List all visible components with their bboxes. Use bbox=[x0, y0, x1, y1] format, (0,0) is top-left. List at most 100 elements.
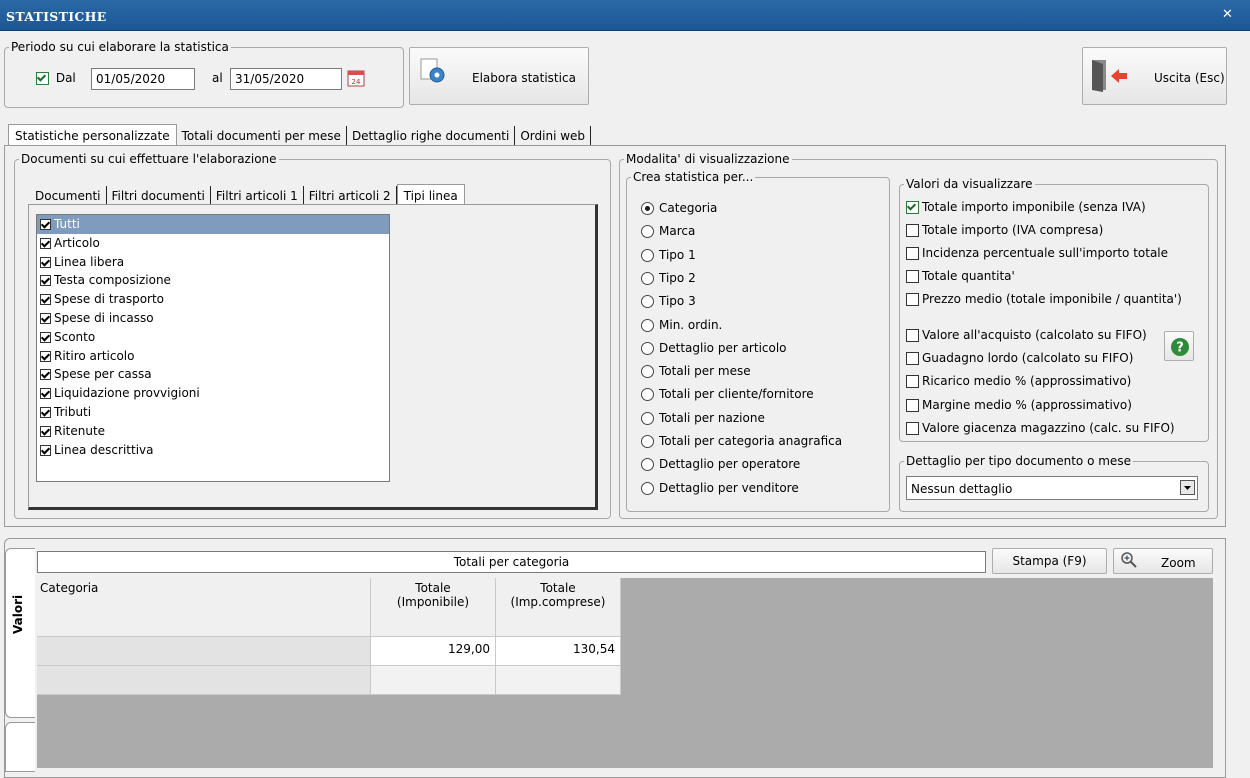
line-type-item[interactable]: Spese per cassa bbox=[37, 365, 389, 384]
line-type-item[interactable]: Tributi bbox=[37, 403, 389, 422]
line-type-item[interactable]: Ritenute bbox=[37, 422, 389, 441]
radio-circle[interactable] bbox=[641, 225, 654, 239]
line-type-checkbox[interactable] bbox=[40, 350, 51, 362]
zoom-button[interactable]: Zoom bbox=[1113, 548, 1213, 574]
tab-filtri-documenti[interactable]: Filtri documenti bbox=[107, 186, 211, 206]
line-type-checkbox[interactable] bbox=[40, 331, 51, 343]
date-to-input[interactable]: 31/05/2020 bbox=[230, 68, 342, 90]
line-type-checkbox[interactable] bbox=[40, 256, 51, 268]
value-checkbox[interactable] bbox=[906, 270, 919, 283]
line-type-item[interactable]: Linea descrittiva bbox=[37, 441, 389, 460]
line-type-checkbox[interactable] bbox=[40, 219, 51, 230]
table-cell-comprese[interactable] bbox=[496, 666, 621, 695]
line-type-item[interactable]: Sconto bbox=[37, 328, 389, 347]
radio-circle[interactable] bbox=[641, 341, 654, 355]
radio-option[interactable]: Dettaglio per articolo bbox=[641, 341, 787, 355]
line-types-list[interactable]: Tutti Articolo Linea libera Testa composizi… bbox=[36, 214, 390, 482]
value-checkbox[interactable] bbox=[906, 375, 919, 389]
dal-check-icon[interactable] bbox=[36, 72, 49, 85]
column-header-comprese[interactable]: Totale (Imp.comprese) bbox=[496, 578, 621, 637]
line-type-checkbox[interactable] bbox=[40, 237, 51, 249]
radio-option[interactable]: Totali per nazione bbox=[641, 411, 765, 425]
radio-circle[interactable] bbox=[641, 318, 654, 332]
value-checkbox[interactable] bbox=[906, 398, 919, 412]
radio-circle[interactable] bbox=[641, 411, 654, 425]
radio-circle[interactable] bbox=[641, 295, 654, 309]
date-from-input[interactable]: 01/05/2020 bbox=[91, 68, 195, 90]
line-type-checkbox[interactable] bbox=[40, 425, 51, 437]
value-checkbox[interactable] bbox=[906, 293, 919, 306]
exit-button[interactable]: Uscita (Esc) bbox=[1082, 47, 1227, 105]
table-cell-imponibile[interactable] bbox=[371, 666, 496, 695]
help-button[interactable]: ? bbox=[1164, 331, 1194, 361]
value-option[interactable]: Prezzo medio (totale imponibile / quanti… bbox=[906, 292, 1182, 306]
results-grid[interactable]: Categoria Totale (Imponibile) Totale (Im… bbox=[37, 578, 1213, 768]
value-option[interactable]: Guadagno lordo (calcolato su FIFO) bbox=[906, 351, 1133, 366]
tab-documenti[interactable]: Documenti bbox=[30, 186, 107, 206]
value-option[interactable]: Incidenza percentuale sull'importo total… bbox=[906, 246, 1168, 260]
radio-option[interactable]: Marca bbox=[641, 224, 695, 239]
line-type-item[interactable]: Articolo bbox=[37, 234, 389, 253]
tab-statistiche-personalizzate[interactable]: Statistiche personalizzate bbox=[8, 124, 177, 147]
tab-filtri-articoli-2[interactable]: Filtri articoli 2 bbox=[304, 186, 397, 206]
line-type-checkbox[interactable] bbox=[40, 388, 51, 400]
radio-circle[interactable] bbox=[641, 202, 654, 215]
side-tab-valori[interactable]: Valori bbox=[5, 548, 35, 718]
value-checkbox[interactable] bbox=[906, 201, 919, 214]
value-checkbox[interactable] bbox=[906, 352, 919, 366]
column-header-categoria[interactable]: Categoria bbox=[37, 578, 371, 637]
table-cell-comprese[interactable]: 130,54 bbox=[496, 637, 621, 666]
line-type-item[interactable]: Spese di incasso bbox=[37, 309, 389, 328]
tab-dettaglio-righe[interactable]: Dettaglio righe documenti bbox=[347, 126, 516, 146]
line-type-checkbox[interactable] bbox=[40, 294, 51, 306]
value-checkbox[interactable] bbox=[906, 421, 919, 435]
line-type-checkbox[interactable] bbox=[40, 312, 51, 324]
radio-option[interactable]: Tipo 3 bbox=[641, 294, 696, 309]
radio-option[interactable]: Tipo 1 bbox=[641, 248, 696, 262]
detail-select[interactable]: Nessun dettaglio bbox=[906, 476, 1198, 500]
radio-option[interactable]: Totali per mese bbox=[641, 364, 751, 379]
radio-option[interactable]: Dettaglio per venditore bbox=[641, 481, 799, 495]
calendar-icon[interactable]: 24 bbox=[347, 69, 365, 87]
chevron-down-icon[interactable] bbox=[1180, 480, 1195, 495]
table-cell-categoria[interactable] bbox=[37, 666, 371, 695]
value-option[interactable]: Ricarico medio % (approssimativo) bbox=[906, 374, 1131, 389]
table-cell-categoria[interactable] bbox=[37, 637, 371, 666]
table-cell-imponibile[interactable]: 129,00 bbox=[371, 637, 496, 666]
tab-ordini-web[interactable]: Ordini web bbox=[515, 126, 592, 146]
value-checkbox[interactable] bbox=[906, 247, 919, 260]
line-type-checkbox[interactable] bbox=[40, 275, 51, 287]
radio-option[interactable]: Tipo 2 bbox=[641, 271, 696, 285]
value-option[interactable]: Margine medio % (approssimativo) bbox=[906, 398, 1132, 412]
value-option[interactable]: Totale quantita' bbox=[906, 269, 1015, 283]
radio-option[interactable]: Categoria bbox=[641, 201, 717, 215]
radio-option[interactable]: Totali per cliente/fornitore bbox=[641, 387, 814, 402]
radio-circle[interactable] bbox=[641, 435, 654, 448]
line-type-item[interactable]: Liquidazione provvigioni bbox=[37, 384, 389, 403]
line-type-item[interactable]: Spese di trasporto bbox=[37, 290, 389, 309]
line-type-checkbox[interactable] bbox=[40, 406, 51, 418]
side-tab-second[interactable] bbox=[5, 722, 35, 772]
radio-circle[interactable] bbox=[641, 458, 654, 472]
tab-filtri-articoli-1[interactable]: Filtri articoli 1 bbox=[211, 186, 304, 206]
radio-circle[interactable] bbox=[641, 248, 654, 262]
value-checkbox[interactable] bbox=[906, 224, 919, 237]
line-type-item[interactable]: Tutti bbox=[37, 215, 389, 234]
line-type-checkbox[interactable] bbox=[40, 444, 51, 456]
line-type-item[interactable]: Ritiro articolo bbox=[37, 347, 389, 366]
radio-circle[interactable] bbox=[641, 365, 654, 379]
line-type-item[interactable]: Testa composizione bbox=[37, 271, 389, 290]
value-checkbox[interactable] bbox=[906, 329, 919, 342]
close-icon[interactable]: ✕ bbox=[1222, 7, 1233, 22]
radio-circle[interactable] bbox=[641, 388, 654, 402]
tab-totali-documenti-mese[interactable]: Totali documenti per mese bbox=[177, 126, 347, 146]
print-button[interactable]: Stampa (F9) bbox=[992, 548, 1107, 574]
column-header-imponibile[interactable]: Totale (Imponibile) bbox=[371, 578, 496, 637]
radio-option[interactable]: Totali per categoria anagrafica bbox=[641, 434, 842, 448]
value-option[interactable]: Totale importo (IVA compresa) bbox=[906, 223, 1103, 237]
radio-option[interactable]: Dettaglio per operatore bbox=[641, 457, 800, 472]
radio-circle[interactable] bbox=[641, 481, 654, 495]
line-type-item[interactable]: Linea libera bbox=[37, 253, 389, 272]
radio-circle[interactable] bbox=[641, 271, 654, 285]
elabora-statistica-button[interactable]: Elabora statistica bbox=[409, 47, 589, 105]
